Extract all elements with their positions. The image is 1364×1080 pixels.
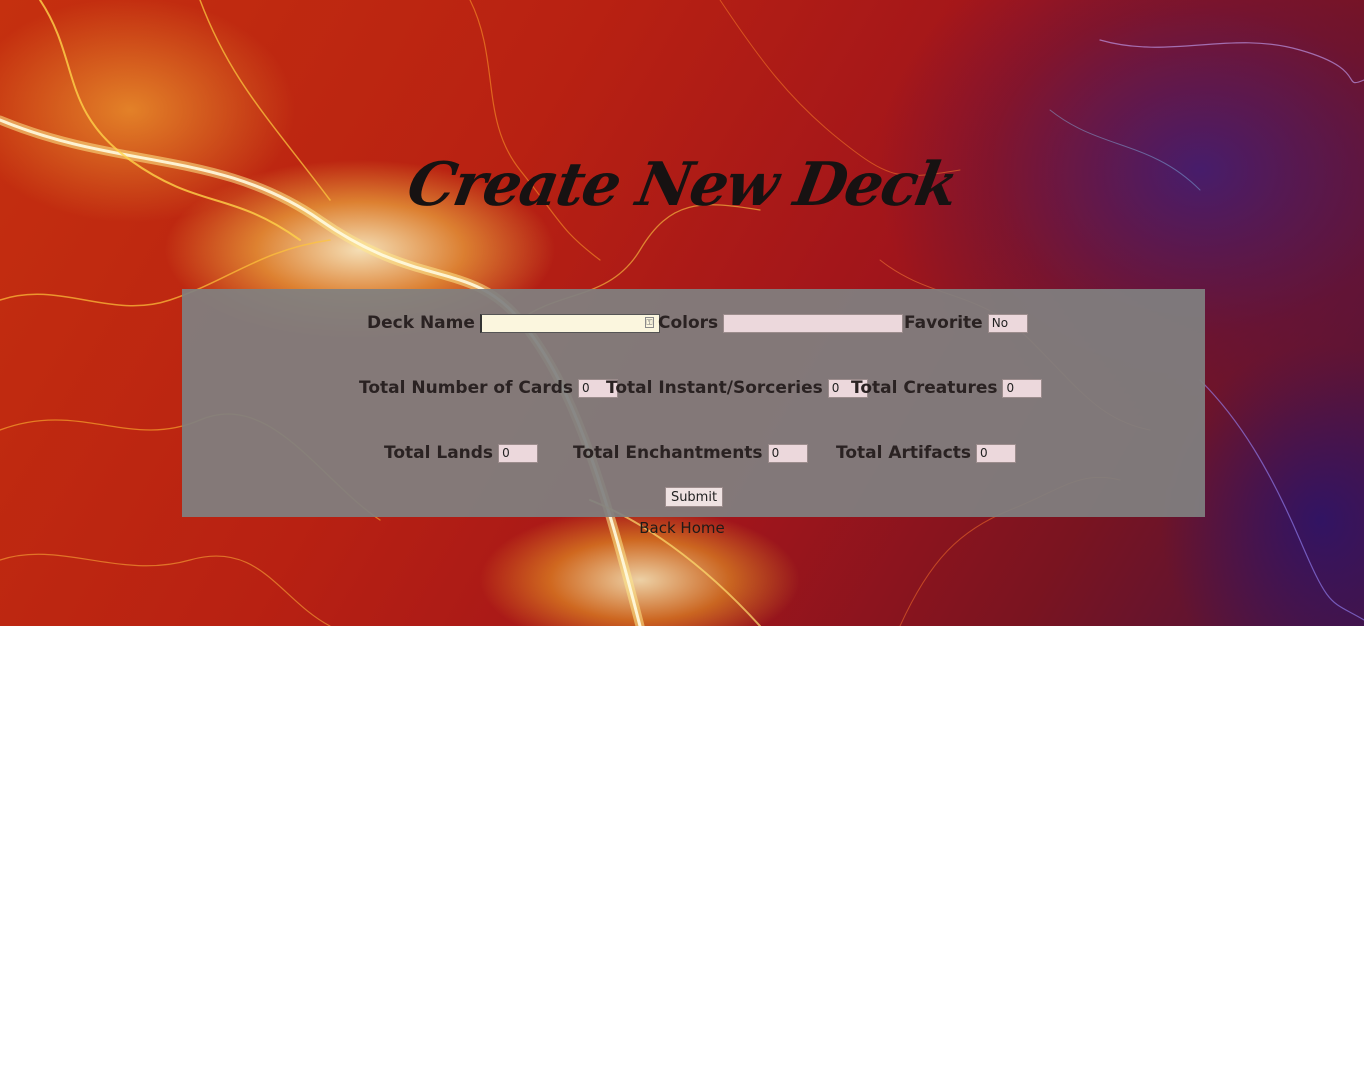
deck-name-label: Deck Name [367, 313, 475, 333]
favorite-field: Favorite [904, 311, 1028, 335]
total-instants-sorceries-field: Total Instant/Sorceries [606, 376, 868, 400]
deck-name-wrapper: ⚿ [479, 313, 660, 334]
password-manager-key-icon[interactable]: ⚿ [644, 316, 654, 328]
deck-name-input[interactable] [479, 314, 660, 334]
form-row-3: Total Lands Total Enchantments Total Art… [182, 441, 1205, 465]
form-row-2: Total Number of Cards Total Instant/Sorc… [182, 376, 1205, 400]
total-enchantments-input[interactable] [767, 443, 808, 463]
submit-button[interactable]: Submit [665, 487, 723, 507]
total-enchantments-label: Total Enchantments [573, 443, 763, 463]
total-instants-sorceries-label: Total Instant/Sorceries [606, 378, 823, 398]
favorite-input[interactable] [987, 313, 1028, 333]
total-enchantments-field: Total Enchantments [573, 441, 808, 465]
total-lands-label: Total Lands [384, 443, 494, 463]
total-artifacts-field: Total Artifacts [836, 441, 1017, 465]
favorite-label: Favorite [904, 313, 983, 333]
total-artifacts-input[interactable] [976, 443, 1017, 463]
form-row-1: Deck Name ⚿ Colors Favorite [182, 311, 1205, 335]
create-deck-form: Deck Name ⚿ Colors Favorite Total Number… [182, 289, 1205, 517]
colors-label: Colors [658, 313, 719, 333]
total-creatures-label: Total Creatures [851, 378, 998, 398]
back-home-link[interactable]: Back Home [0, 519, 1364, 537]
total-lands-field: Total Lands [384, 441, 539, 465]
colors-input[interactable] [723, 313, 904, 333]
total-creatures-input[interactable] [1002, 378, 1043, 398]
total-cards-label: Total Number of Cards [359, 378, 574, 398]
colors-field: Colors [658, 311, 904, 335]
total-creatures-field: Total Creatures [851, 376, 1043, 400]
total-cards-field: Total Number of Cards [359, 376, 619, 400]
total-lands-input[interactable] [498, 443, 539, 463]
total-artifacts-label: Total Artifacts [836, 443, 972, 463]
deck-name-field: Deck Name ⚿ [367, 311, 660, 335]
page-title: Create New Deck [402, 150, 962, 220]
